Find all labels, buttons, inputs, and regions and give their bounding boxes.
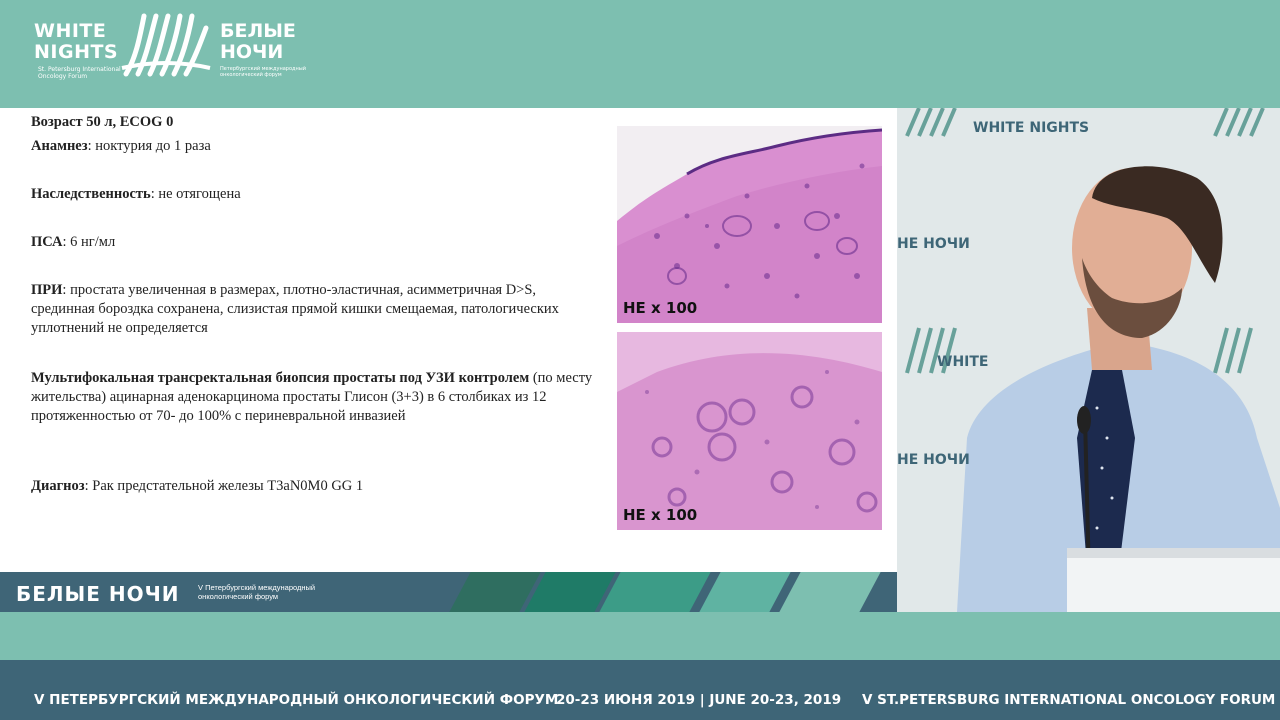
band-title: БЕЛЫЕ НОЧИ xyxy=(16,582,180,606)
histology-image-2: HE x 100 xyxy=(617,332,882,530)
psa-line: ПСА: 6 нг/мл xyxy=(31,233,601,252)
presentation-slide: Возраст 50 л, ECOG 0 Анамнез: ноктурия д… xyxy=(0,108,897,572)
dre-label: ПРИ xyxy=(31,282,63,298)
psa-label: ПСА xyxy=(31,234,63,250)
heredity-text: : не отягощена xyxy=(150,186,241,202)
header-bar: WHITE NIGHTS St. Petersburg Internationa… xyxy=(0,0,1280,108)
histology-label-1: HE x 100 xyxy=(623,299,698,317)
patient-age-line: Возраст 50 л, ECOG 0 xyxy=(31,113,601,132)
band-stripe-4 xyxy=(699,572,791,612)
separator-strip xyxy=(0,612,1280,660)
bottom-ticker: V ПЕТЕРБУРГСКИЙ МЕЖДУНАРОДНЫЙ ОНКОЛОГИЧЕ… xyxy=(0,660,1280,720)
logo-ru-line1: БЕЛЫЕ xyxy=(220,20,296,42)
psa-text: : 6 нг/мл xyxy=(62,234,116,250)
wall-text-white: WHITE xyxy=(937,354,989,370)
histology-label-2: HE x 100 xyxy=(623,506,698,524)
heredity-line: Наследственность: не отягощена xyxy=(31,185,601,204)
histology-image-1: HE x 100 xyxy=(617,126,882,323)
anamnesis-label: Анамнез xyxy=(31,138,88,154)
logo-ru-line2: НОЧИ xyxy=(220,41,284,63)
wall-text-nochi-1: НЕ НОЧИ xyxy=(897,236,970,252)
ticker-dates: 20-23 ИЮНЯ 2019 | JUNE 20-23, 2019 xyxy=(556,692,842,708)
logo-en-line2: NIGHTS xyxy=(34,41,119,63)
wall-text-nochi-2: НЕ НОЧИ xyxy=(897,452,970,468)
white-nights-logo-icon xyxy=(121,13,211,77)
diagnosis-line: Диагноз: Рак предстательной железы T3aN0… xyxy=(31,477,601,496)
dre-text: : простата увеличенная в размерах, плотн… xyxy=(31,282,559,336)
biopsy-line: Мультифокальная трансректальная биопсия … xyxy=(31,369,601,426)
age-label: Возраст 50 л, ECOG 0 xyxy=(31,114,174,130)
anamnesis-line: Анамнез: ноктурия до 1 раза xyxy=(31,137,601,156)
band-stripe-5 xyxy=(779,572,881,612)
logo-en-subtitle: St. Petersburg International Oncology Fo… xyxy=(38,66,121,80)
biopsy-label: Мультифокальная трансректальная биопсия … xyxy=(31,370,530,386)
ticker-forum-en: V ST.PETERSBURG INTERNATIONAL ONCOLOGY F… xyxy=(862,692,1276,708)
wall-text-white-nights: WHITE NIGHTS xyxy=(973,120,1090,136)
logo-en-line1: WHITE xyxy=(34,20,107,42)
dre-line: ПРИ: простата увеличенная в размерах, пл… xyxy=(31,281,601,338)
logo-ru-subtitle: Петербургский международный онкологическ… xyxy=(220,66,306,78)
band-subtitle: V Петербургский международный онкологиче… xyxy=(198,583,316,601)
heredity-label: Наследственность xyxy=(31,186,151,202)
speaker-video: WHITE NIGHTS НЕ НОЧИ WHITE НЕ НОЧИ xyxy=(897,108,1280,612)
slide-footer-band: БЕЛЫЕ НОЧИ V Петербургский международный… xyxy=(0,572,897,612)
band-stripe-3 xyxy=(599,572,711,612)
diagnosis-text: : Рак предстательной железы T3aN0M0 GG 1 xyxy=(84,478,364,494)
diagnosis-label: Диагноз xyxy=(31,478,85,494)
ticker-forum-ru: V ПЕТЕРБУРГСКИЙ МЕЖДУНАРОДНЫЙ ОНКОЛОГИЧЕ… xyxy=(34,692,559,708)
anamnesis-text: : ноктурия до 1 раза xyxy=(87,138,211,154)
